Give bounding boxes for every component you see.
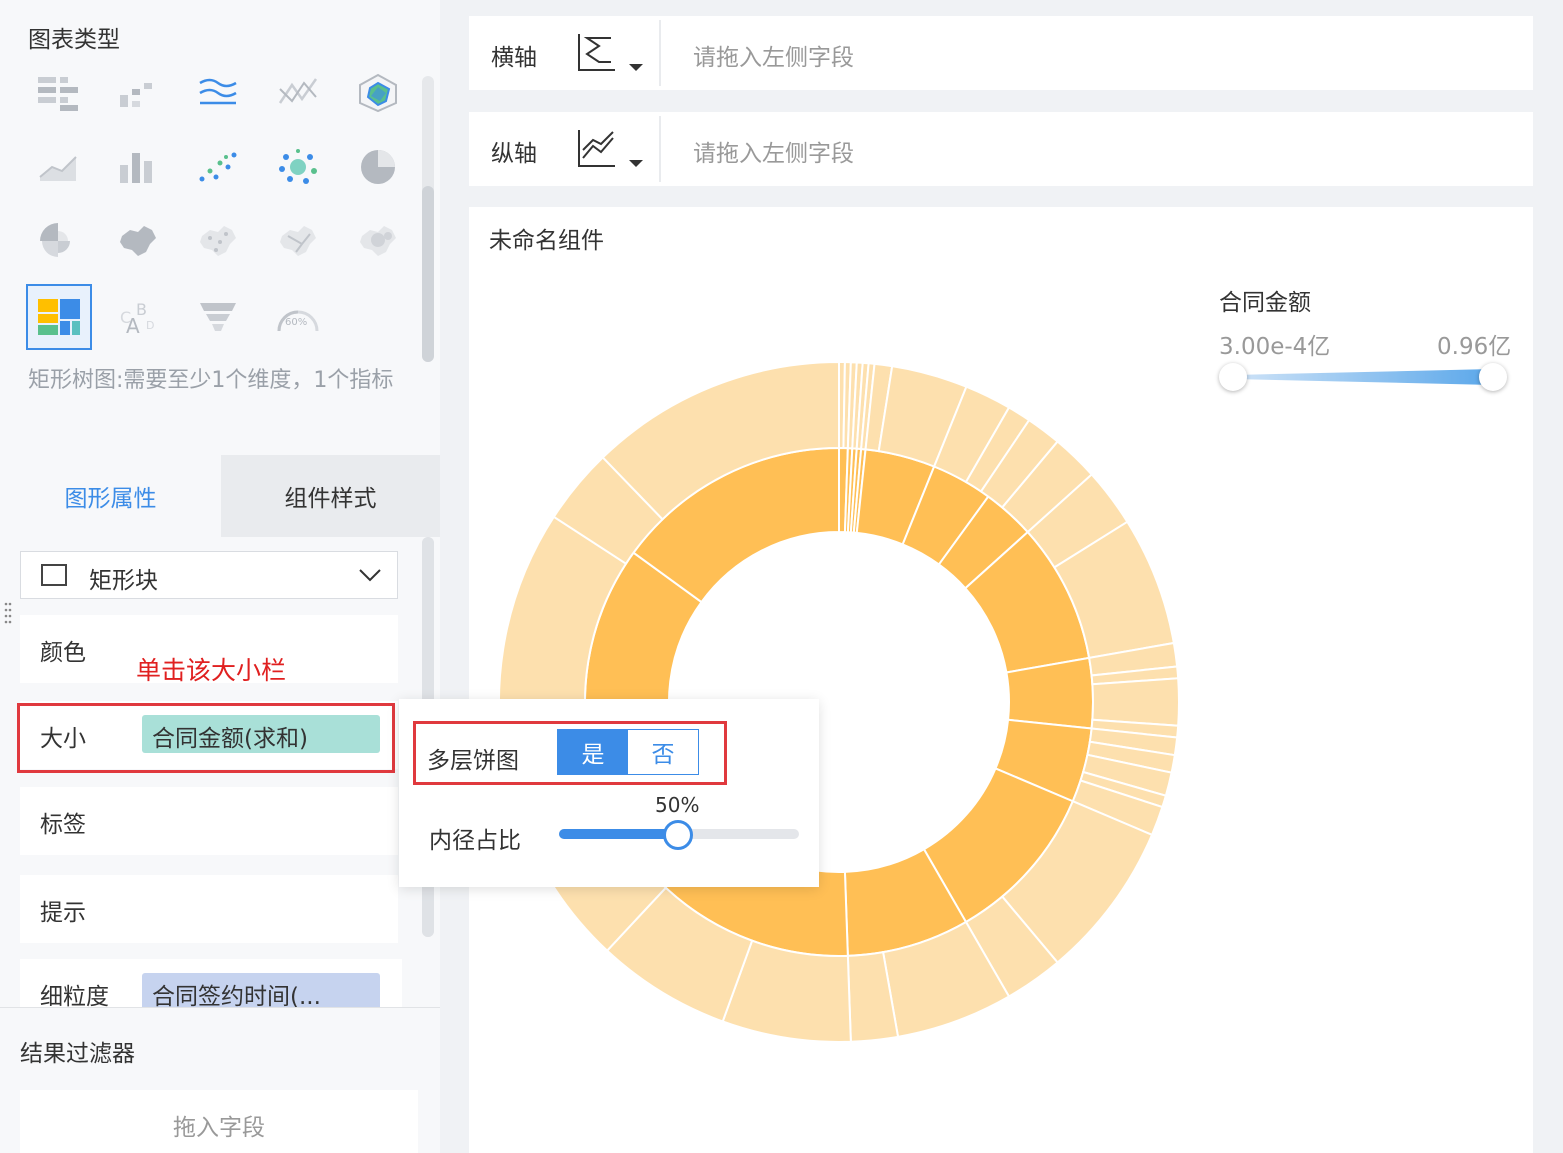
legend-title: 合同金额 [1219,290,1311,316]
gauge-icon-text: 60% [285,317,307,328]
tooltip-row[interactable]: 提示 [20,875,398,943]
mark-type-select[interactable]: 矩形块 [20,551,398,599]
label-row[interactable]: 标签 [20,787,398,855]
legend-min-value: 3.00e-4亿 [1219,334,1331,360]
radar-icon[interactable] [342,60,414,126]
heat-map-icon[interactable] [342,208,414,274]
x-axis-drop-placeholder[interactable]: 请拖入左侧字段 [693,38,854,72]
detail-table-icon[interactable] [102,60,174,126]
result-filter-title: 结果过滤器 [20,1041,135,1067]
granularity-row[interactable]: 细粒度 合同签约时间(... [20,959,402,1007]
legend-max-handle[interactable] [1479,363,1507,391]
x-axis-bar: 横轴 请拖入左侧字段 [469,16,1533,90]
grouped-table-icon[interactable] [22,60,94,126]
bubble-icon[interactable] [262,134,334,200]
rose-pie-icon[interactable] [22,208,94,274]
property-tabs: 图形属性 组件样式 [0,455,440,537]
chart-types-title: 图表类型 [28,27,120,53]
y-axis-label: 纵轴 [491,141,537,167]
crossed-line-icon[interactable] [262,60,334,126]
x-axis-separator [659,20,661,86]
sunburst-chart[interactable] [469,207,1533,1153]
property-body: 矩形块 颜色 单击该大小栏 大小 合同金额(求和) 标签 提示 细粒度 合同签约… [0,537,440,1007]
granularity-label: 细粒度 [40,984,109,1007]
x-axis-type-icon[interactable] [577,32,617,72]
flow-map-icon[interactable] [262,208,334,274]
chart-types-scroll-thumb[interactable] [422,186,434,362]
pie-icon[interactable] [342,134,414,200]
right-scrollbar[interactable] [1545,0,1557,1153]
chart-type-description: 矩形树图:需要至少1个维度，1个指标 [28,368,394,393]
color-label: 颜色 [40,640,86,666]
y-axis-bar: 纵轴 请拖入左侧字段 [469,112,1533,186]
rectangle-icon [41,564,67,586]
multilayer-highlight [413,721,727,785]
mark-type-label: 矩形块 [89,568,158,594]
annotation-click-size: 单击该大小栏 [136,656,287,685]
legend-min-handle[interactable] [1219,363,1247,391]
x-axis-dropdown-caret[interactable] [629,64,643,71]
chevron-down-icon [359,569,381,582]
multi-line-icon[interactable] [182,60,254,126]
size-row-highlight [17,703,395,773]
word-cloud-icon[interactable]: CBAD [102,284,174,350]
legend-max-value: 0.96亿 [1437,334,1512,360]
inner-radius-slider-handle[interactable] [663,820,693,850]
size-settings-popup: 多层饼图 是 否 内径占比 50% [399,699,819,887]
point-map-icon[interactable] [182,208,254,274]
svg-text:D: D [146,319,154,332]
inner-radius-slider-fill [559,829,679,839]
tab-shape-properties[interactable]: 图形属性 [0,455,221,537]
granularity-field-pill[interactable]: 合同签约时间(... [142,973,380,1007]
svg-text:A: A [126,314,140,337]
result-filter-section: 结果过滤器 拖入字段 [0,1007,440,1153]
treemap-icon[interactable] [26,284,92,350]
inner-radius-label: 内径占比 [429,828,521,854]
scatter-icon[interactable] [182,134,254,200]
y-axis-drop-placeholder[interactable]: 请拖入左侧字段 [693,134,854,168]
label-label: 标签 [40,812,86,838]
y-axis-type-icon[interactable] [577,128,617,168]
area-line-icon[interactable] [22,134,94,200]
funnel-icon[interactable] [182,284,254,350]
bar-icon[interactable] [102,134,174,200]
y-axis-dropdown-caret[interactable] [629,160,643,167]
legend-gradient-bar [1233,369,1493,385]
tab-component-style[interactable]: 组件样式 [221,455,440,537]
filter-drop-zone[interactable]: 拖入字段 [20,1090,418,1153]
inner-radius-value: 50% [655,793,700,817]
tooltip-label: 提示 [40,900,86,926]
outer-ring-sector[interactable] [1091,677,1181,727]
region-map-icon[interactable] [102,208,174,274]
chart-canvas: 未命名组件 合同金额 3.00e-4亿 0.96亿 [469,207,1533,1153]
left-panel: 图表类型 C B A D 60% 矩形树图:需要至少1个维度，1个指标 图形属性… [0,0,440,1153]
gauge-icon[interactable]: 60% [262,284,334,350]
drag-handle-icon[interactable] [4,601,12,627]
x-axis-label: 横轴 [491,45,537,71]
chart-types-section: 图表类型 C B A D 60% 矩形树图:需要至少1个维度，1个指标 [0,0,440,455]
component-title[interactable]: 未命名组件 [489,221,604,255]
y-axis-separator [659,116,661,182]
